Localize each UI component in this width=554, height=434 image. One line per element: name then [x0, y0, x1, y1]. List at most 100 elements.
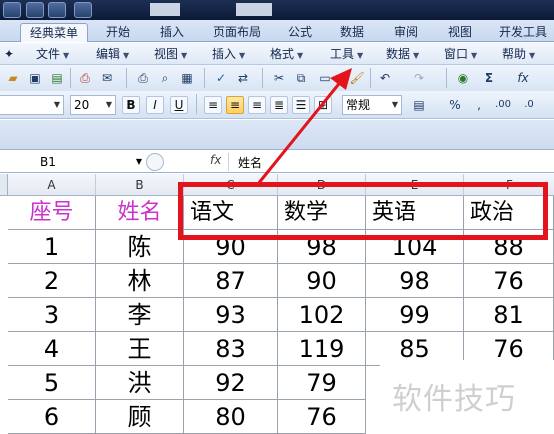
table-cell[interactable]: 4: [8, 332, 96, 366]
format-painter-icon[interactable]: 🖌: [348, 69, 366, 87]
menu-view[interactable]: 视图 ▼: [154, 46, 187, 63]
formula-bar-divider: [228, 153, 229, 171]
column-header-b[interactable]: B: [96, 174, 184, 196]
toolbar-separator: [262, 68, 263, 88]
hyperlink-icon[interactable]: ◉: [454, 69, 472, 87]
menu-insert[interactable]: 插入 ▼: [212, 46, 245, 63]
paste-icon[interactable]: ▭: [316, 69, 334, 87]
table-cell[interactable]: 林: [96, 264, 184, 298]
pdf-icon[interactable]: ⎙: [76, 69, 94, 87]
cut-icon[interactable]: ✂: [270, 69, 288, 87]
table-header-cell[interactable]: 座号: [8, 196, 96, 230]
font-name-combo[interactable]: ▼: [0, 95, 64, 115]
redo-icon[interactable]: ↷: [410, 69, 428, 87]
table-cell[interactable]: 83: [184, 332, 278, 366]
table-cell[interactable]: 顾: [96, 400, 184, 434]
insert-function-icon[interactable]: fx: [210, 153, 221, 167]
table-cell[interactable]: 6: [8, 400, 96, 434]
bold-button[interactable]: B: [122, 96, 140, 114]
table-cell[interactable]: 119: [278, 332, 366, 366]
chevron-down-icon: ▼: [135, 157, 142, 166]
decrease-decimal-icon[interactable]: .0: [520, 96, 538, 114]
align-left-icon[interactable]: ≡: [204, 96, 222, 114]
table-cell[interactable]: 90: [278, 264, 366, 298]
tab-developer[interactable]: 开发工具: [494, 23, 552, 42]
number-format-combo[interactable]: 常规 ▼: [342, 95, 402, 115]
table-cell[interactable]: 李: [96, 298, 184, 332]
tab-page-layout[interactable]: 页面布局: [206, 23, 268, 42]
percent-button[interactable]: %: [446, 96, 464, 114]
table-cell[interactable]: 3: [8, 298, 96, 332]
table-cell[interactable]: 79: [278, 366, 366, 400]
email-icon[interactable]: ✉: [98, 69, 116, 87]
align-right-icon[interactable]: ≡: [248, 96, 266, 114]
font-size-combo[interactable]: 20 ▼: [70, 95, 116, 115]
spelling-icon[interactable]: ✓: [212, 69, 230, 87]
insert-function-icon[interactable]: fx: [514, 69, 532, 87]
table-header-cell[interactable]: 姓名: [96, 196, 184, 230]
column-header-a[interactable]: A: [8, 174, 96, 196]
table-cell[interactable]: 王: [96, 332, 184, 366]
save-icon[interactable]: ▣: [26, 69, 44, 87]
table-cell[interactable]: 92: [184, 366, 278, 400]
table-cell[interactable]: 76: [278, 400, 366, 434]
table-cell[interactable]: 93: [184, 298, 278, 332]
print-preview-icon[interactable]: ⌕: [156, 69, 174, 87]
formula-input[interactable]: 姓名: [238, 154, 262, 171]
menu-format[interactable]: 格式 ▼: [270, 46, 303, 63]
table-cell[interactable]: 1: [8, 230, 96, 264]
menu-file[interactable]: 文件 ▼: [36, 46, 69, 63]
chevron-down-icon: ▼: [53, 100, 60, 109]
tab-formulas[interactable]: 公式: [280, 23, 320, 42]
table-cell[interactable]: 102: [278, 298, 366, 332]
menu-edit[interactable]: 编辑 ▼: [96, 46, 129, 63]
tab-review[interactable]: 审阅: [386, 23, 426, 42]
print-icon[interactable]: ⎙: [134, 69, 152, 87]
distributed-icon[interactable]: ☰: [292, 96, 310, 114]
table-cell[interactable]: 76: [464, 264, 554, 298]
open-folder-icon[interactable]: ▰: [4, 69, 22, 87]
justify-icon[interactable]: ≣: [270, 96, 288, 114]
chevron-down-icon: ▼: [413, 51, 420, 60]
table-cell[interactable]: 5: [8, 366, 96, 400]
chevron-down-icon: ▼: [297, 51, 304, 60]
menu-data[interactable]: 数据 ▼: [386, 46, 419, 63]
copy-icon[interactable]: ⧉: [292, 69, 310, 87]
tab-view[interactable]: 视图: [440, 23, 480, 42]
tab-home[interactable]: 开始: [96, 23, 140, 42]
align-center-icon[interactable]: ≡: [226, 96, 244, 114]
italic-button[interactable]: I: [146, 96, 164, 114]
select-all-corner[interactable]: [0, 174, 8, 196]
tab-classic-menu[interactable]: 经典菜单: [20, 23, 88, 42]
number-format-value: 常规: [346, 98, 371, 112]
table-cell[interactable]: 98: [366, 264, 464, 298]
formula-bar-expand-icon[interactable]: [146, 153, 164, 171]
table-cell[interactable]: 洪: [96, 366, 184, 400]
menu-window[interactable]: 窗口 ▼: [444, 46, 477, 63]
quick-access-customize-icon[interactable]: [74, 2, 92, 18]
research-icon[interactable]: ▦: [178, 69, 196, 87]
menu-tools[interactable]: 工具 ▼: [330, 46, 363, 63]
autosum-icon[interactable]: Σ: [480, 69, 498, 87]
tab-data[interactable]: 数据: [332, 23, 372, 42]
translate-icon[interactable]: ⇄: [234, 69, 252, 87]
tab-insert[interactable]: 插入: [150, 23, 194, 42]
menu-help[interactable]: 帮助 ▼: [502, 46, 535, 63]
currency-icon[interactable]: ▤: [410, 96, 428, 114]
name-box[interactable]: B1 ▼: [0, 152, 146, 172]
office-button-icon[interactable]: [3, 2, 21, 18]
merge-center-icon[interactable]: ⊞: [314, 96, 332, 114]
table-cell[interactable]: 87: [184, 264, 278, 298]
table-cell[interactable]: 陈: [96, 230, 184, 264]
underline-button[interactable]: U: [170, 96, 188, 114]
comma-button[interactable]: ,: [470, 96, 488, 114]
table-cell[interactable]: 80: [184, 400, 278, 434]
permission-icon[interactable]: ▤: [48, 69, 66, 87]
quick-access-undo-icon[interactable]: [26, 2, 44, 18]
increase-decimal-icon[interactable]: .00: [494, 96, 512, 114]
table-cell[interactable]: 99: [366, 298, 464, 332]
table-cell[interactable]: 2: [8, 264, 96, 298]
undo-icon[interactable]: ↶: [376, 69, 394, 87]
table-cell[interactable]: 81: [464, 298, 554, 332]
quick-access-redo-icon[interactable]: [48, 2, 66, 18]
